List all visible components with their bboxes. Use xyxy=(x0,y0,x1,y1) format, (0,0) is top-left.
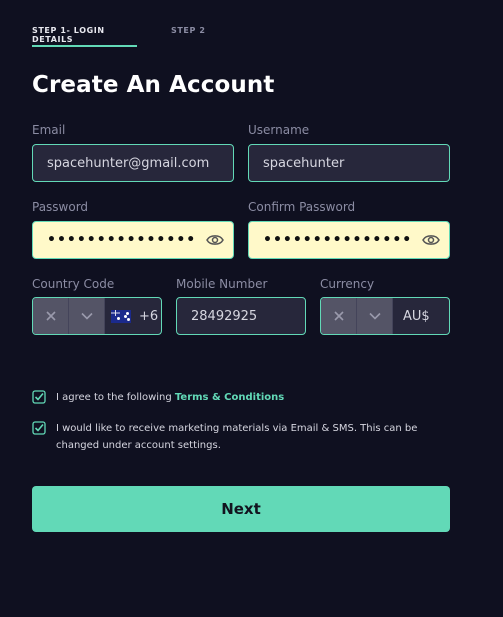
step-1-tab[interactable]: STEP 1- LOGIN DETAILS xyxy=(32,20,137,47)
eye-icon[interactable] xyxy=(421,230,441,250)
eye-icon[interactable] xyxy=(205,230,225,250)
chevron-down-icon[interactable] xyxy=(357,298,393,334)
mobile-number-value: 28492925 xyxy=(191,308,258,324)
clear-icon[interactable] xyxy=(33,298,69,334)
confirm-password-masked-value: ••••••••••••••• xyxy=(263,232,413,248)
currency-label: Currency xyxy=(320,277,375,291)
marketing-checkbox-row: I would like to receive marketing materi… xyxy=(32,420,436,454)
terms-prefix: I agree to the following xyxy=(56,392,175,403)
terms-link[interactable]: Terms & Conditions xyxy=(175,392,284,403)
page-title: Create An Account xyxy=(32,72,275,98)
country-code-label: Country Code xyxy=(32,277,115,291)
email-field[interactable]: spacehunter@gmail.com xyxy=(32,144,234,182)
username-field[interactable]: spacehunter xyxy=(248,144,450,182)
marketing-text: I would like to receive marketing materi… xyxy=(56,423,418,451)
currency-select[interactable]: AU$ xyxy=(320,297,450,335)
email-label: Email xyxy=(32,123,66,137)
password-masked-value: ••••••••••••••• xyxy=(47,232,197,248)
mobile-number-field[interactable]: 28492925 xyxy=(176,297,306,335)
email-value: spacehunter@gmail.com xyxy=(47,155,210,171)
step-tabs: STEP 1- LOGIN DETAILS STEP 2 xyxy=(32,20,206,47)
australia-flag-icon xyxy=(111,309,131,323)
clear-icon[interactable] xyxy=(321,298,357,334)
next-button[interactable]: Next xyxy=(32,486,450,532)
marketing-checkbox[interactable] xyxy=(32,421,46,435)
chevron-down-icon[interactable] xyxy=(69,298,105,334)
terms-text: I agree to the following Terms & Conditi… xyxy=(56,389,436,406)
currency-value: AU$ xyxy=(403,308,430,324)
terms-checkbox[interactable] xyxy=(32,390,46,404)
confirm-password-label: Confirm Password xyxy=(248,200,356,214)
username-value: spacehunter xyxy=(263,155,345,171)
confirm-password-field[interactable]: ••••••••••••••• xyxy=(248,221,450,259)
mobile-number-label: Mobile Number xyxy=(176,277,268,291)
country-code-select[interactable]: +6 xyxy=(32,297,162,335)
password-field[interactable]: ••••••••••••••• xyxy=(32,221,234,259)
create-account-page: STEP 1- LOGIN DETAILS STEP 2 Create An A… xyxy=(0,0,503,617)
country-code-value: +6 xyxy=(139,308,159,324)
terms-checkbox-row: I agree to the following Terms & Conditi… xyxy=(32,389,436,406)
username-label: Username xyxy=(248,123,310,137)
password-label: Password xyxy=(32,200,89,214)
step-2-tab[interactable]: STEP 2 xyxy=(171,20,206,47)
country-code-value-wrapper: +6 xyxy=(105,309,158,324)
